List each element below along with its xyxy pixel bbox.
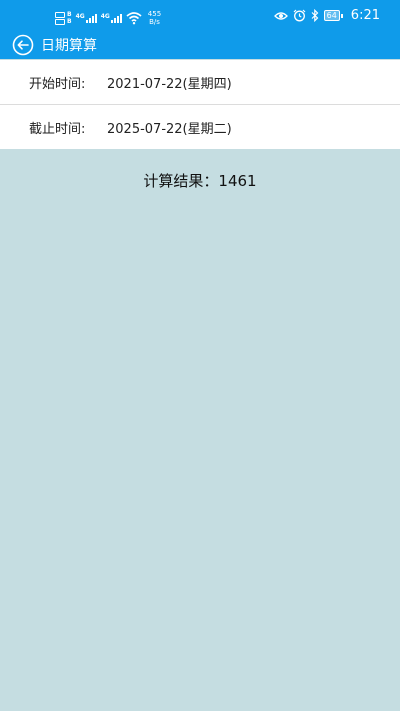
battery-icon: 64 — [323, 10, 343, 21]
speed-value: 455 — [147, 10, 162, 18]
app-bar: 日期算算 — [0, 30, 400, 59]
sim2-label: B — [67, 17, 72, 25]
network-1-label: 4G — [75, 13, 85, 20]
start-date-row[interactable]: 开始时间: 2021-07-22(星期四) — [0, 60, 400, 104]
eye-icon — [273, 11, 288, 20]
end-date-row[interactable]: 截止时间: 2025-07-22(星期二) — [0, 105, 400, 149]
back-button[interactable] — [12, 34, 34, 56]
alarm-icon — [293, 9, 306, 22]
signal-bars-icon — [110, 13, 122, 23]
calculation-result: 计算结果：1461 — [143, 172, 257, 190]
clock-time: 6:21 — [350, 8, 380, 23]
network-speed: 455 B/s — [148, 10, 161, 26]
status-right-group: 64 6:21 — [273, 8, 380, 23]
sim1-indicator: B — [55, 10, 72, 18]
network-2: 4G — [101, 13, 122, 23]
battery-level: 64 — [323, 10, 340, 21]
wifi-icon — [126, 12, 142, 25]
end-date-label: 截止时间: — [29, 121, 86, 137]
start-date-label: 开始时间: — [29, 76, 86, 92]
end-date-value[interactable]: 2025-07-22(星期二) — [107, 118, 232, 137]
status-bar: B B 4G 4G 455 B/s 64 6:21 — [0, 0, 400, 30]
sim-card-icon — [55, 11, 65, 18]
network-2-label: 4G — [100, 13, 110, 20]
speed-unit: B/s — [149, 18, 160, 26]
sim-card-icon — [55, 18, 65, 25]
signal-bars-icon — [85, 13, 97, 23]
page-title: 日期算算 — [41, 37, 97, 54]
sim1-label: B — [67, 10, 72, 18]
status-left-group: B B 4G 4G 455 B/s — [55, 10, 161, 26]
network-1: 4G — [76, 13, 97, 23]
back-arrow-icon — [12, 34, 34, 55]
sim2-indicator: B — [55, 17, 72, 25]
sim-indicators: B B — [55, 10, 72, 25]
start-date-value[interactable]: 2021-07-22(星期四) — [107, 73, 232, 92]
bluetooth-icon — [311, 9, 318, 22]
